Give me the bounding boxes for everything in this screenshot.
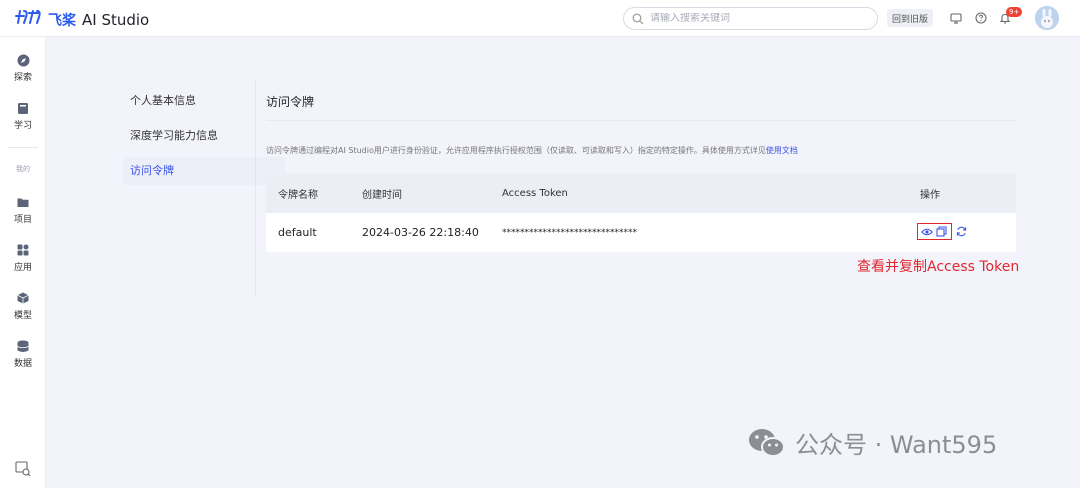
sidebar-item-label: 应用 bbox=[13, 263, 32, 273]
watermark: 公众号 · Want595 bbox=[747, 425, 997, 460]
app-name: AI Studio bbox=[82, 10, 150, 29]
description-text: 访问令牌通过编程对AI Studio用户进行身份验证，允许应用程序执行授权范围（… bbox=[266, 146, 766, 155]
compass-icon bbox=[16, 53, 30, 67]
paddle-logo-icon bbox=[15, 10, 41, 24]
page-title: 访问令牌 bbox=[266, 87, 1016, 121]
subnav-item-dl-ability[interactable]: 深度学习能力信息 bbox=[123, 122, 285, 150]
sidebar-item-apps[interactable]: 应用 bbox=[0, 243, 46, 273]
logo[interactable]: 飞桨 AI Studio bbox=[14, 8, 149, 31]
column-header-name: 令牌名称 bbox=[278, 190, 318, 201]
token-created: 2024-03-26 22:18:40 bbox=[362, 226, 479, 239]
eye-icon bbox=[921, 228, 934, 235]
feedback-icon[interactable] bbox=[15, 461, 31, 477]
help-icon[interactable] bbox=[973, 10, 989, 26]
column-header-created: 创建时间 bbox=[362, 190, 402, 201]
sidebar-divider bbox=[8, 147, 38, 148]
column-header-actions: 操作 bbox=[920, 190, 940, 201]
access-token-section: 访问令牌 访问令牌通过编程对AI Studio用户进行身份验证，允许应用程序执行… bbox=[266, 87, 1019, 275]
copy-icon bbox=[936, 226, 947, 237]
notification-badge: 9+ bbox=[1006, 7, 1023, 17]
highlight-box bbox=[917, 223, 952, 240]
row-actions bbox=[917, 223, 967, 240]
sidebar-item-learn[interactable]: 学习 bbox=[0, 101, 46, 131]
subnav-item-basic-info[interactable]: 个人基本信息 bbox=[123, 87, 285, 115]
grid-icon bbox=[16, 243, 30, 257]
old-version-button[interactable]: 回到旧版 bbox=[887, 9, 933, 27]
annotation-text: 查看并复制Access Token bbox=[857, 259, 1020, 275]
token-value: ****************************** bbox=[502, 227, 637, 238]
database-icon bbox=[16, 339, 30, 353]
divider-vertical bbox=[255, 80, 256, 295]
sidebar-item-label: 模型 bbox=[13, 311, 32, 321]
search-icon bbox=[632, 13, 644, 24]
sidebar: 探索 学习 我的 项目 应用 模型 数据 bbox=[0, 37, 46, 488]
sidebar-item-models[interactable]: 模型 bbox=[0, 291, 46, 321]
user-avatar[interactable] bbox=[1035, 6, 1059, 30]
search-box[interactable] bbox=[623, 7, 878, 30]
refresh-token-button[interactable] bbox=[955, 226, 967, 238]
description: 访问令牌通过编程对AI Studio用户进行身份验证，允许应用程序执行授权范围（… bbox=[266, 145, 1016, 156]
settings-subnav: 个人基本信息 深度学习能力信息 访问令牌 bbox=[123, 87, 285, 192]
sidebar-item-explore[interactable]: 探索 bbox=[0, 53, 46, 83]
view-token-button[interactable] bbox=[921, 226, 934, 238]
folder-icon bbox=[16, 195, 30, 209]
sidebar-item-projects[interactable]: 项目 bbox=[0, 195, 46, 225]
content-panel: 个人基本信息 深度学习能力信息 访问令牌 访问令牌 访问令牌通过编程对AI St… bbox=[47, 37, 1080, 488]
sidebar-item-label: 探索 bbox=[13, 73, 32, 83]
column-header-token: Access Token bbox=[502, 188, 568, 199]
cube-icon bbox=[16, 291, 30, 305]
table-header: 令牌名称 创建时间 Access Token 操作 bbox=[266, 174, 1016, 213]
book-icon bbox=[16, 101, 30, 115]
doc-link[interactable]: 使用文档 bbox=[766, 146, 798, 155]
copy-token-button[interactable] bbox=[936, 226, 948, 238]
top-header: 飞桨 AI Studio 回到旧版 9+ bbox=[0, 0, 1080, 37]
sidebar-item-datasets[interactable]: 数据 bbox=[0, 339, 46, 369]
logo-mark bbox=[14, 8, 46, 31]
wechat-icon bbox=[749, 428, 785, 457]
monitor-icon[interactable] bbox=[948, 10, 964, 26]
watermark-text: 公众号 · Want595 bbox=[795, 431, 998, 459]
logo-text-cn: 飞桨 bbox=[48, 12, 76, 29]
subnav-item-access-token[interactable]: 访问令牌 bbox=[123, 157, 285, 185]
token-table: 令牌名称 创建时间 Access Token 操作 default 2024-0… bbox=[266, 174, 1016, 252]
sidebar-item-label: 项目 bbox=[13, 215, 32, 225]
refresh-icon bbox=[956, 226, 966, 237]
search-input[interactable] bbox=[650, 13, 860, 24]
avatar-rabbit-icon bbox=[1035, 6, 1059, 30]
sidebar-section-mine: 我的 bbox=[16, 165, 30, 173]
sidebar-item-label: 数据 bbox=[13, 359, 32, 369]
table-row: default 2024-03-26 22:18:40 ************… bbox=[266, 213, 1016, 252]
token-name: default bbox=[278, 226, 317, 239]
sidebar-item-label: 学习 bbox=[13, 121, 32, 131]
